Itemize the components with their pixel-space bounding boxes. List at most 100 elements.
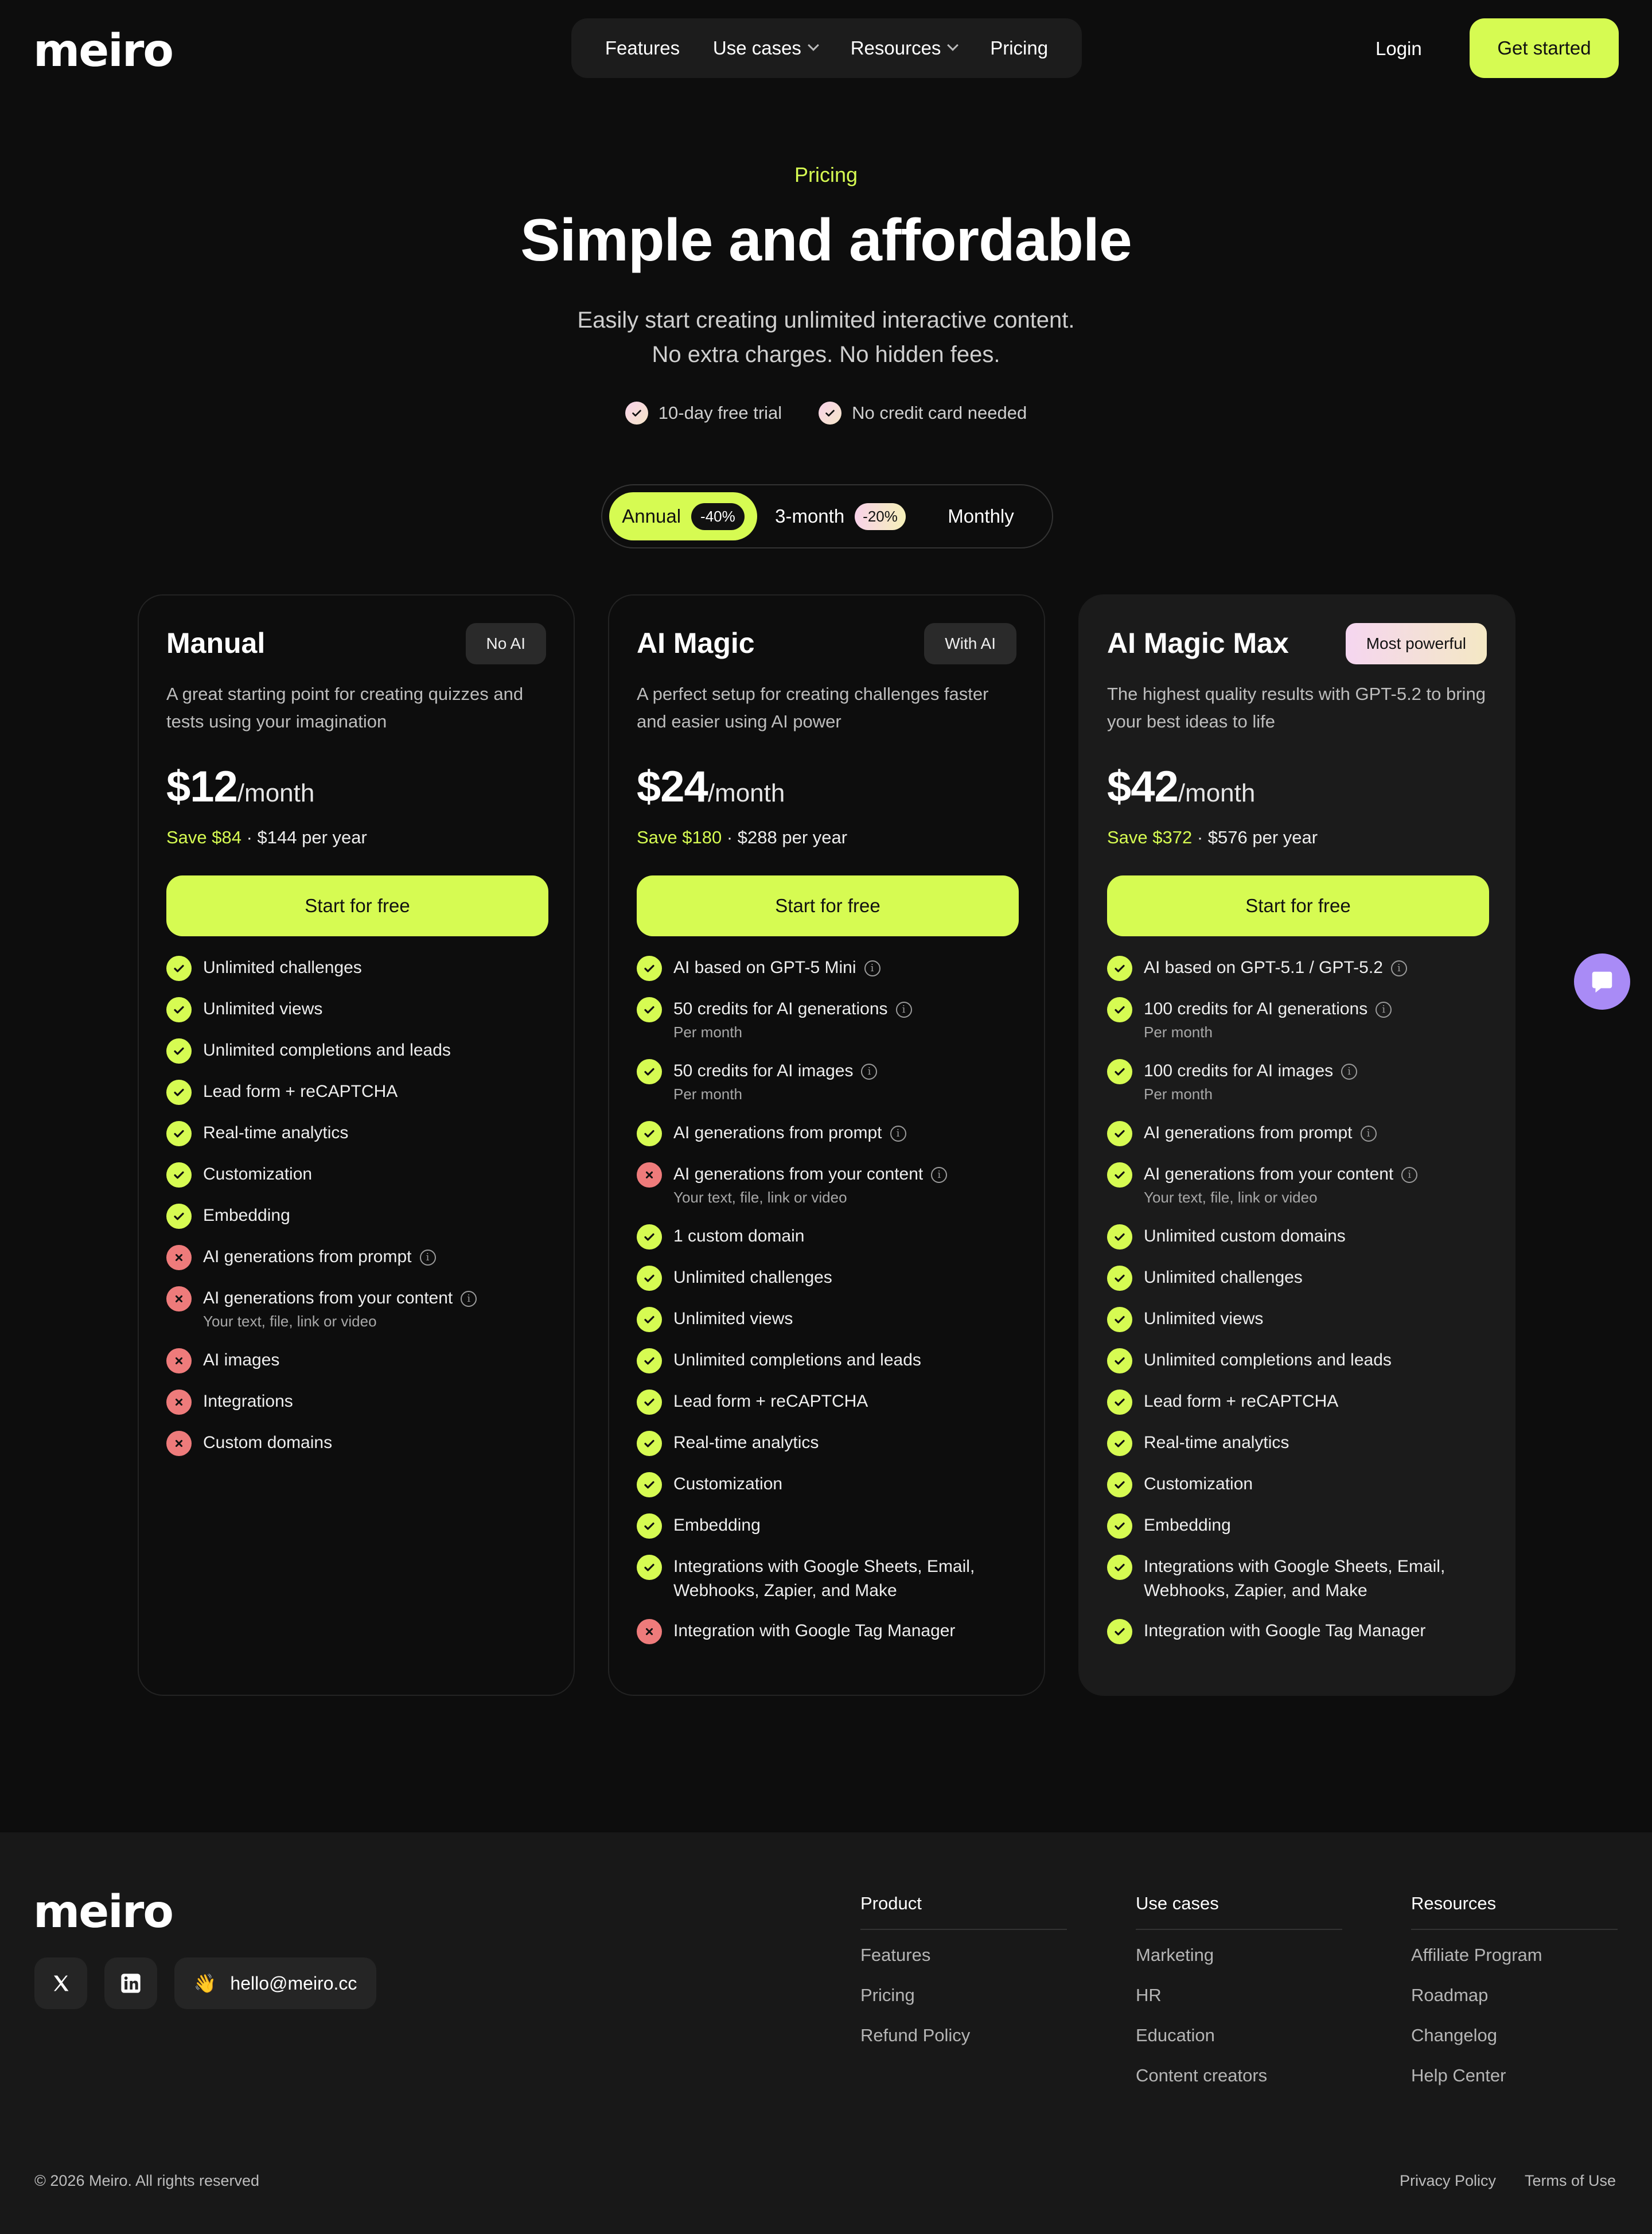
info-icon[interactable]: i	[1390, 960, 1407, 977]
feature-list: AI based on GPT-5.1 / GPT-5.2 i 100 credit…	[1107, 956, 1497, 1660]
perk-item: 10-day free trial	[625, 402, 782, 425]
footer-logo[interactable]: meiro	[33, 1890, 174, 1935]
linkedin-link[interactable]	[104, 1957, 157, 2009]
section-eyebrow: Pricing	[794, 163, 858, 186]
feature-item: Customization	[637, 1472, 1027, 1497]
feature-text: Customization	[1144, 1472, 1253, 1496]
feature-label: AI based on GPT-5 Mini	[673, 958, 856, 977]
start-free-button[interactable]: Start for free	[166, 875, 548, 936]
discount-badge: -40%	[691, 503, 745, 530]
privacy-link[interactable]: Privacy Policy	[1400, 2172, 1496, 2190]
price-amount: $24	[637, 762, 708, 811]
feature-label: Real-time analytics	[1144, 1433, 1289, 1452]
plan-savings: Save $84 · $144 per year	[166, 827, 367, 848]
feature-text: AI generations from prompt i	[203, 1245, 436, 1269]
x-icon	[637, 1619, 662, 1644]
price-amount: $42	[1107, 762, 1179, 811]
info-icon[interactable]: i	[895, 1002, 912, 1018]
footer-link[interactable]: Refund Policy	[860, 2025, 1067, 2046]
feature-text: Real-time analytics	[1144, 1431, 1289, 1455]
footer-link[interactable]: Roadmap	[1411, 1985, 1618, 2006]
plan-description: A great starting point for creating quiz…	[166, 684, 524, 731]
chat-button[interactable]	[1574, 953, 1630, 1010]
info-icon[interactable]: i	[1341, 1064, 1358, 1080]
feature-item: 1 custom domain	[637, 1224, 1027, 1250]
feature-item: AI generations from your content i Your te…	[637, 1162, 1027, 1208]
info-icon[interactable]: i	[1401, 1167, 1418, 1184]
price-amount: $12	[166, 762, 238, 811]
get-started-button[interactable]: Get started	[1470, 18, 1619, 78]
savings-amount: Save $84	[166, 827, 241, 847]
footer-link[interactable]: Changelog	[1411, 2025, 1618, 2046]
footer-link[interactable]: Education	[1136, 2025, 1342, 2046]
plan-savings: Save $180 · $288 per year	[637, 827, 847, 848]
feature-item: Lead form + reCAPTCHA	[637, 1390, 1027, 1415]
billing-annual[interactable]: Annual -40%	[609, 492, 757, 540]
plan-tag: No AI	[465, 623, 546, 664]
nav-resources[interactable]: Resources	[851, 37, 959, 59]
footer-column-title: Resources	[1411, 1893, 1618, 1930]
feature-text: Unlimited challenges	[673, 1266, 832, 1290]
feature-item: Unlimited views	[1107, 1307, 1497, 1332]
check-icon	[1107, 1266, 1132, 1291]
footer-link[interactable]: Help Center	[1411, 2065, 1618, 2086]
start-free-button[interactable]: Start for free	[1107, 875, 1489, 936]
info-icon[interactable]: i	[1360, 1126, 1377, 1142]
feature-text: Lead form + reCAPTCHA	[673, 1390, 868, 1414]
info-icon[interactable]: i	[931, 1167, 948, 1184]
terms-link[interactable]: Terms of Use	[1525, 2172, 1616, 2190]
feature-label: 50 credits for AI images	[673, 1061, 854, 1080]
feature-item: AI generations from prompt i	[637, 1121, 1027, 1146]
footer-link[interactable]: HR	[1136, 1985, 1342, 2006]
feature-label: Embedding	[1144, 1516, 1231, 1535]
feature-label: Unlimited completions and leads	[1144, 1350, 1392, 1369]
info-icon[interactable]: i	[1376, 1002, 1392, 1018]
feature-label: 1 custom domain	[673, 1227, 805, 1246]
billing-3-month[interactable]: 3-month -20%	[757, 492, 924, 540]
footer-link[interactable]: Features	[860, 1945, 1067, 1966]
nav-pricing[interactable]: Pricing	[990, 37, 1048, 59]
feature-text: AI generations from prompt i	[1144, 1121, 1377, 1145]
email-address: hello@meiro.cc	[230, 1972, 357, 1994]
feature-item: 50 credits for AI images i Per month	[637, 1059, 1027, 1105]
x-social-link[interactable]	[34, 1957, 87, 2009]
footer-link[interactable]: Affiliate Program	[1411, 1945, 1618, 1966]
footer-link[interactable]: Pricing	[860, 1985, 1067, 2006]
info-icon[interactable]: i	[890, 1126, 906, 1142]
info-icon[interactable]: i	[419, 1250, 436, 1266]
feature-subtext: Per month	[1144, 1085, 1213, 1103]
feature-text: AI generations from prompt i	[673, 1121, 906, 1145]
nav-use-cases[interactable]: Use cases	[713, 37, 819, 59]
start-free-button[interactable]: Start for free	[637, 875, 1019, 936]
brand-logo[interactable]: meiro	[33, 29, 174, 73]
nav-label: Features	[605, 37, 680, 59]
hero-subtitle: Easily start creating unlimited interact…	[0, 303, 1652, 372]
check-icon	[637, 1513, 662, 1539]
footer-link[interactable]: Marketing	[1136, 1945, 1342, 1966]
check-icon	[637, 1121, 662, 1146]
feature-label: Lead form + reCAPTCHA	[203, 1082, 398, 1101]
plan-tag: With AI	[924, 623, 1016, 664]
login-link[interactable]: Login	[1376, 38, 1422, 60]
billing-monthly[interactable]: Monthly	[924, 492, 1038, 540]
nav-features[interactable]: Features	[605, 37, 680, 59]
feature-text: Unlimited views	[203, 997, 322, 1021]
feature-label: AI generations from your content	[203, 1289, 453, 1307]
info-icon[interactable]: i	[461, 1291, 477, 1307]
info-icon[interactable]: i	[861, 1064, 878, 1080]
check-icon	[637, 1472, 662, 1497]
feature-label: AI generations from your content	[1144, 1165, 1394, 1184]
feature-subtext: Your text, file, link or video	[1144, 1189, 1318, 1206]
feature-text: Customization	[673, 1472, 782, 1496]
footer-link[interactable]: Content creators	[1136, 2065, 1342, 2086]
price-period: /month	[1178, 779, 1256, 807]
plan-price: $12/month	[166, 762, 314, 812]
price-period: /month	[237, 779, 315, 807]
feature-label: Unlimited challenges	[203, 958, 362, 977]
check-icon	[637, 956, 662, 981]
info-icon[interactable]: i	[864, 960, 880, 977]
email-link[interactable]: 👋 hello@meiro.cc	[174, 1957, 376, 2009]
feature-item: Unlimited views	[166, 997, 556, 1022]
chevron-down-icon	[808, 40, 819, 51]
feature-text: Unlimited views	[1144, 1307, 1263, 1331]
